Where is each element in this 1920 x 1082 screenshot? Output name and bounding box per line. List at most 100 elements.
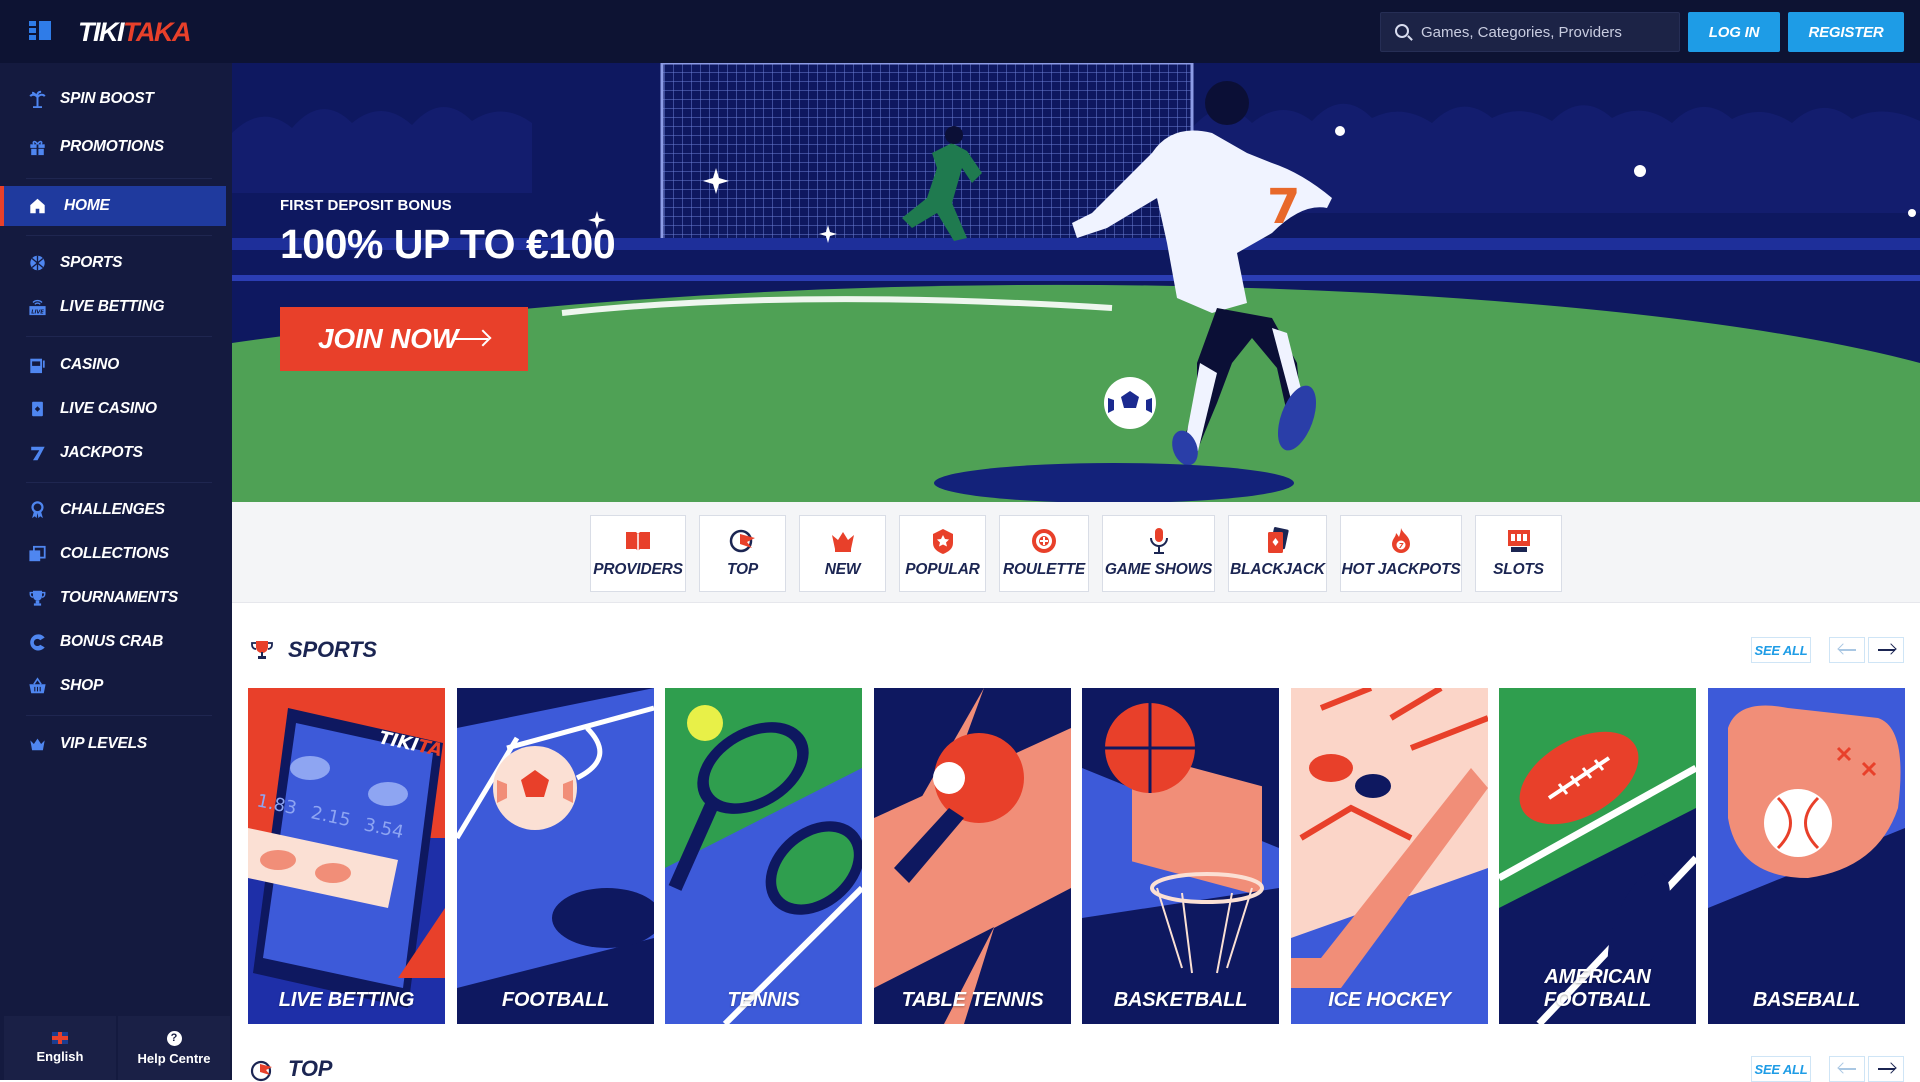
sidebar-divider <box>26 336 212 337</box>
sidebar-item-label: LIVE BETTING <box>60 298 165 315</box>
sidebar-item-tournaments[interactable]: TOURNAMENTS <box>0 578 226 618</box>
sidebar-item-challenges[interactable]: CHALLENGES <box>0 490 226 530</box>
help-label: Help Centre <box>137 1050 211 1066</box>
login-button[interactable]: LOG IN <box>1688 12 1780 52</box>
category-providers[interactable]: PROVIDERS <box>590 515 686 592</box>
register-button[interactable]: REGISTER <box>1788 12 1904 52</box>
category-bar: PROVIDERS TOP NEW POPULAR ROULETTE GAME … <box>232 502 1920 603</box>
top-next-button[interactable] <box>1868 1056 1904 1082</box>
sidebar-item-label: CASINO <box>60 356 120 373</box>
category-label: TOP <box>727 561 758 578</box>
hero-tag: FIRST DEPOSIT BONUS <box>280 197 452 214</box>
baseball-illustration <box>1708 688 1905 1024</box>
sport-tile-live-betting[interactable]: TIKITAKA 1.83 2.15 3.54 LIVE BETTING <box>248 688 445 1024</box>
category-popular[interactable]: POPULAR <box>899 515 986 592</box>
sidebar-item-collections[interactable]: COLLECTIONS <box>0 534 226 574</box>
language-label: English <box>36 1049 84 1064</box>
sidebar-item-label: PROMOTIONS <box>60 138 164 155</box>
flag-icon <box>729 529 755 553</box>
sport-tile-basketball[interactable]: BASKETBALL <box>1082 688 1279 1024</box>
ball-icon <box>30 255 45 271</box>
sidebar-item-shop[interactable]: SHOP <box>0 666 226 706</box>
tile-label: BASEBALL <box>1752 989 1861 1011</box>
sports-next-button[interactable] <box>1868 637 1904 663</box>
search-icon <box>1395 24 1409 38</box>
sidebar-divider <box>26 715 212 716</box>
sidebar-item-bonus-crab[interactable]: BONUS CRAB <box>0 622 226 662</box>
medal-icon <box>31 501 44 519</box>
svg-text:7: 7 <box>1399 542 1404 550</box>
category-blackjack[interactable]: BLACKJACK <box>1228 515 1327 592</box>
category-roulette[interactable]: ROULETTE <box>999 515 1089 592</box>
top-section-title: TOP <box>288 1056 333 1081</box>
sidebar-item-jackpots[interactable]: JACKPOTS <box>0 433 226 473</box>
sidebar-item-sports[interactable]: SPORTS <box>0 243 226 283</box>
tile-label: LIVE BETTING <box>278 989 415 1011</box>
join-now-button[interactable]: JOIN NOW <box>280 307 528 371</box>
arrow-right-icon <box>1878 1068 1895 1070</box>
sidebar-item-label: VIP LEVELS <box>60 735 148 752</box>
trophy-icon <box>251 641 273 659</box>
tile-label: TENNIS <box>727 989 800 1011</box>
hero-banner[interactable]: 7 FIRST DEPOSIT BONUS 100% UP TO €100 JO… <box>232 63 1920 502</box>
sidebar-item-home[interactable]: HOME <box>0 186 226 226</box>
category-slots[interactable]: SLOTS <box>1475 515 1562 592</box>
sport-tile-table-tennis[interactable]: TABLE TENNIS <box>874 688 1071 1024</box>
sidebar-item-spin-boost[interactable]: SPIN BOOST <box>0 79 226 119</box>
sidebar-item-live-betting[interactable]: LIVE LIVE BETTING <box>0 287 226 327</box>
sports-prev-button[interactable] <box>1829 637 1865 663</box>
slot-icon <box>1507 530 1530 552</box>
uk-flag-icon <box>52 1032 68 1044</box>
hero-title: 100% UP TO €100 <box>280 221 616 267</box>
sports-see-all-button[interactable]: SEE ALL <box>1751 637 1811 663</box>
sidebar-divider <box>26 178 212 179</box>
sport-tile-football[interactable]: FOOTBALL <box>457 688 654 1024</box>
sidebar-item-label: JACKPOTS <box>60 444 143 461</box>
book-icon <box>626 532 650 551</box>
category-top[interactable]: TOP <box>699 515 786 592</box>
category-hot-jackpots[interactable]: 7 HOT JACKPOTS <box>1340 515 1462 592</box>
sidebar-item-label: LIVE CASINO <box>60 400 157 417</box>
menu-toggle-icon[interactable] <box>29 21 55 41</box>
gift-icon <box>30 140 45 156</box>
tile-label: BASKETBALL <box>1113 989 1248 1011</box>
sport-tile-tennis[interactable]: TENNIS <box>665 688 862 1024</box>
sport-tile-ice-hockey[interactable]: ICE HOCKEY <box>1291 688 1488 1024</box>
sidebar-divider <box>26 235 212 236</box>
sidebar-item-vip-levels[interactable]: VIP LEVELS <box>0 724 226 764</box>
help-icon: ? <box>166 1030 182 1046</box>
language-selector[interactable]: English <box>4 1016 116 1080</box>
table-tennis-illustration <box>874 688 1071 1024</box>
sidebar-item-label: SPIN BOOST <box>60 90 154 107</box>
sidebar-item-label: SPORTS <box>60 254 123 271</box>
category-game-shows[interactable]: GAME SHOWS <box>1102 515 1215 592</box>
category-label: ROULETTE <box>1003 561 1085 578</box>
sidebar-item-promotions[interactable]: PROMOTIONS <box>0 127 226 167</box>
top-prev-button[interactable] <box>1829 1056 1865 1082</box>
flag-icon <box>250 1060 272 1082</box>
top-see-all-button[interactable]: SEE ALL <box>1751 1056 1811 1082</box>
category-label: NEW <box>824 561 861 578</box>
arrow-right-icon <box>454 338 488 340</box>
sport-tile-american-football[interactable]: AMERICAN FOOTBALL <box>1499 688 1696 1024</box>
collection-icon <box>29 545 46 562</box>
sidebar: SPIN BOOST PROMOTIONS HOME SPORTS LIVE L… <box>0 63 232 1080</box>
search-placeholder: Games, Categories, Providers <box>1421 23 1622 41</box>
sidebar-item-label: COLLECTIONS <box>60 545 169 562</box>
search-input[interactable]: Games, Categories, Providers <box>1380 12 1680 52</box>
slot-machine-icon <box>30 358 45 374</box>
basket-icon <box>29 677 46 694</box>
help-centre-button[interactable]: ? Help Centre <box>118 1016 230 1080</box>
sidebar-item-label: CHALLENGES <box>60 501 165 518</box>
tile-label: ICE HOCKEY <box>1328 989 1451 1011</box>
live-betting-illustration: TIKITAKA 1.83 2.15 3.54 <box>248 688 445 1024</box>
logo[interactable]: TIKITAKA <box>78 17 191 48</box>
sidebar-item-casino[interactable]: CASINO <box>0 345 226 385</box>
category-label: HOT JACKPOTS <box>1341 561 1461 578</box>
sport-tile-baseball[interactable]: BASEBALL <box>1708 688 1905 1024</box>
roulette-icon <box>1032 529 1056 553</box>
football-illustration <box>457 688 654 1024</box>
category-new[interactable]: NEW <box>799 515 886 592</box>
sidebar-item-label: TOURNAMENTS <box>60 589 179 606</box>
sidebar-item-live-casino[interactable]: LIVE CASINO <box>0 389 226 429</box>
